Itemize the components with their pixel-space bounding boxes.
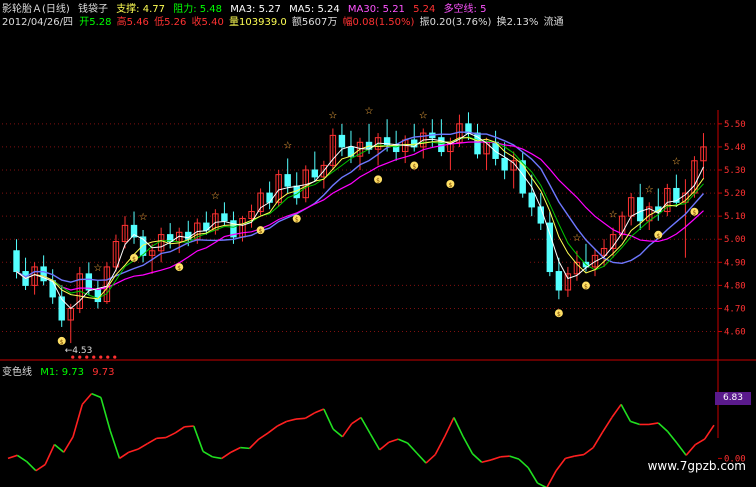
candle-body: [266, 192, 273, 203]
candle-body: [311, 169, 319, 178]
candle-body: [49, 280, 56, 298]
y-tick-label: 4.80: [724, 281, 746, 291]
runner-icon: ☆: [572, 233, 581, 244]
change-value: 幅0.08(1.50%): [342, 17, 415, 28]
low-price-marker: ←4.53: [65, 346, 93, 356]
candle-body: [284, 174, 291, 187]
ma30-value: MA30: 5.21: [347, 4, 405, 15]
indicator-segment: [156, 436, 166, 440]
indicator-header: 变色线 M1: 9.73 9.73: [2, 363, 119, 378]
candle-body: [546, 222, 554, 273]
candle-body: [13, 250, 20, 273]
money-bag-symbol: $: [132, 256, 136, 263]
m1-value: M1: 9.73: [40, 367, 84, 378]
indicator-segment: [240, 446, 250, 450]
signal-dot: [71, 355, 75, 359]
indicator-value-badge: 6.83: [715, 392, 751, 405]
turnover-value: 换2.13%: [496, 17, 539, 28]
candle-body: [555, 271, 563, 291]
candle-body: [58, 296, 65, 321]
candle-body: [528, 192, 535, 208]
y-tick-label: 4.70: [724, 304, 746, 314]
runner-icon: ☆: [211, 191, 220, 202]
signal-dot: [85, 355, 89, 359]
support-value: 支撑: 4.77: [116, 4, 166, 15]
y-tick-label: 5.40: [724, 143, 746, 153]
money-bag-symbol: $: [412, 164, 416, 171]
y-tick-label: 5.00: [724, 235, 746, 245]
y-tick-label: 4.90: [724, 258, 746, 268]
runner-icon: ☆: [365, 106, 374, 117]
candle-body: [501, 157, 508, 171]
runner-icon: ☆: [645, 184, 654, 195]
signal-dot: [92, 355, 96, 359]
y-tick-label: 4.60: [724, 328, 746, 338]
volume-value: 量103939.0: [229, 17, 287, 28]
m2-value: 9.73: [92, 367, 115, 378]
runner-icon: ☆: [672, 157, 681, 168]
signal-dot: [113, 355, 117, 359]
low-value: 低5.26: [154, 17, 187, 28]
ma-extra-value: 5.24: [413, 4, 436, 15]
runner-icon: ☆: [609, 210, 618, 221]
money-bag-symbol: $: [448, 182, 452, 189]
signal-dot: [106, 355, 110, 359]
stock-title: 影轮胎Ａ(日线): [2, 4, 70, 15]
signal-dot: [78, 355, 82, 359]
runner-icon: ☆: [419, 110, 428, 121]
signal-dot: [99, 355, 103, 359]
ma5-value: MA5: 5.24: [289, 4, 340, 15]
y-tick-label: 5.30: [724, 166, 746, 176]
candle-body: [537, 206, 544, 224]
header-line-2: 2012/04/26/四 开5.28 高5.46 低5.26 收5.40 量10…: [2, 17, 569, 29]
y-tick-label: 5.20: [724, 189, 746, 199]
candle-body: [293, 185, 300, 199]
stock-chart[interactable]: $ $ $ $ $ $ $ $ $ $ $ $ ☆ ☆ ☆ ☆ ☆ ☆ ☆ ☆ ☆ ☆ ☆ ←4.53 5.50 5.40 5.3…: [0, 0, 756, 487]
date-value: 2012/04/26/四: [2, 17, 74, 28]
money-bag-symbol: $: [584, 284, 588, 291]
resistance-value: 阻力: 5.48: [173, 4, 223, 15]
high-value: 高5.46: [116, 17, 149, 28]
money-bag-symbol: $: [295, 217, 299, 224]
indicator-segment: [184, 425, 194, 428]
amplitude-value: 振0.20(3.76%): [419, 17, 492, 28]
y-tick-label: 5.10: [724, 212, 746, 222]
runner-icon: ☆: [139, 212, 148, 223]
money-bag-symbol: $: [376, 177, 380, 184]
indicator-segment: [295, 417, 306, 420]
candle-body: [221, 213, 228, 222]
candle-body: [94, 289, 102, 303]
money-bag-symbol: $: [557, 311, 561, 318]
indicator-panel-name: 变色线: [2, 367, 32, 378]
watermark: www.7gpzb.com: [647, 459, 746, 473]
money-bag-symbol: $: [60, 339, 64, 346]
runner-icon: ☆: [283, 140, 292, 151]
multi-line-value: 多空线: 5: [443, 4, 487, 15]
y-tick-label: 5.50: [724, 120, 746, 130]
ma3-value: MA3: 5.27: [230, 4, 281, 15]
money-bag-symbol: $: [656, 233, 660, 240]
runner-icon: ☆: [328, 110, 337, 121]
candle-body: [338, 134, 346, 148]
indicator-name: 钱袋子: [78, 4, 108, 15]
header-line-1: 影轮胎Ａ(日线) 钱袋子 支撑: 4.77 阻力: 5.48 MA3: 5.27…: [2, 4, 491, 16]
float-value: 流通: [543, 17, 564, 28]
money-bag-symbol: $: [693, 210, 697, 217]
money-bag-symbol: $: [259, 228, 263, 235]
center-blackout: [230, 224, 528, 264]
close-value: 收5.40: [191, 17, 224, 28]
money-bag-symbol: $: [177, 265, 181, 272]
amount-value: 额5607万: [291, 17, 338, 28]
indicator-segment: [500, 455, 510, 458]
runner-icon: ☆: [93, 263, 102, 274]
open-value: 开5.28: [79, 17, 112, 28]
candle-body: [636, 197, 644, 222]
candle-body: [438, 137, 445, 153]
